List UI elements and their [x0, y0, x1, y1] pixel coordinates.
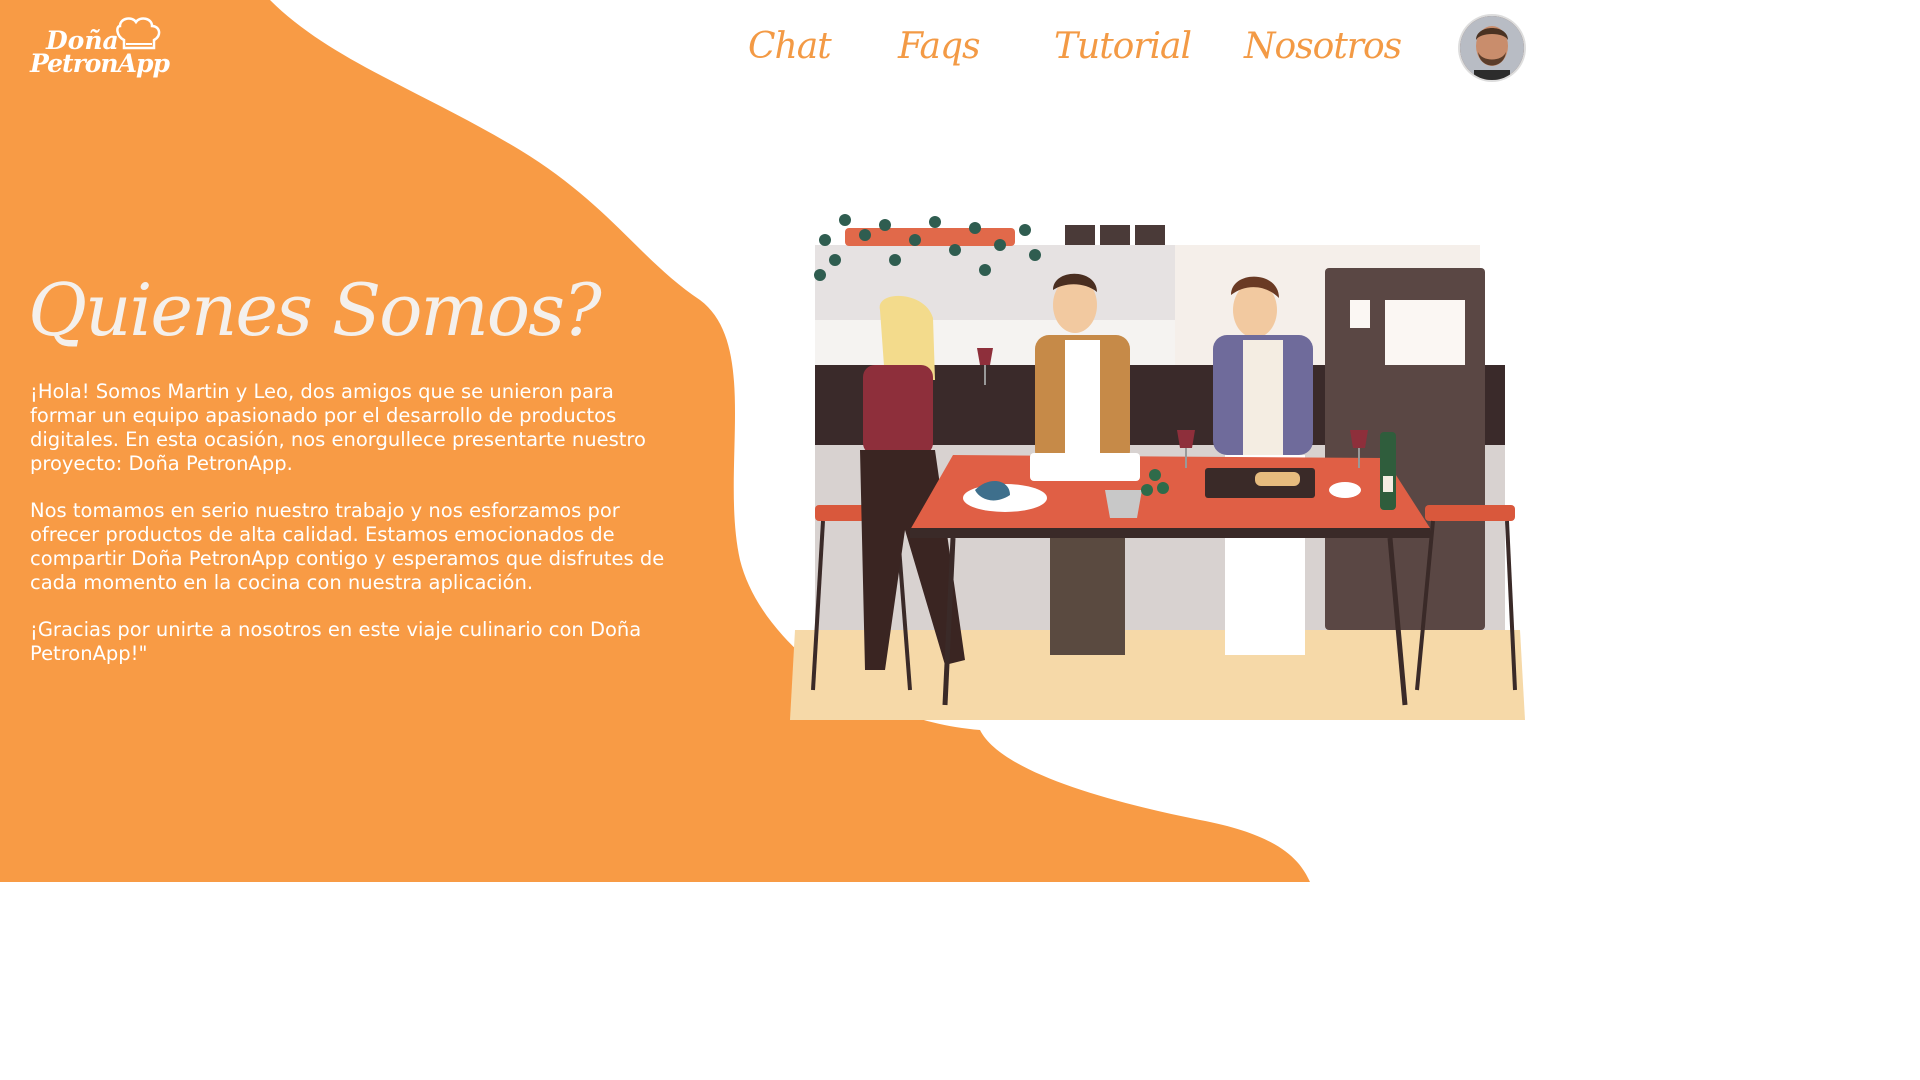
brand-logo[interactable]: Doña PetronApp	[28, 14, 170, 84]
nav-item-tutorial[interactable]: Tutorial	[1054, 26, 1192, 67]
brand-name-line2: PetronApp	[30, 49, 170, 78]
about-text: ¡Hola! Somos Martin y Leo, dos amigos qu…	[30, 380, 670, 689]
nav-item-chat[interactable]: Chat	[748, 26, 832, 67]
about-paragraph-3: ¡Gracias por unirte a nosotros en este v…	[30, 618, 642, 665]
user-avatar[interactable]	[1460, 16, 1524, 80]
kitchen-illustration	[790, 214, 1525, 720]
nav-item-nosotros[interactable]: Nosotros	[1244, 26, 1402, 67]
page-title: Quienes Somos?	[28, 268, 602, 352]
nav-item-faqs[interactable]: Faqs	[898, 26, 981, 67]
about-paragraph-1: ¡Hola! Somos Martin y Leo, dos amigos qu…	[30, 380, 646, 475]
main-nav: Chat Faqs Tutorial Nosotros	[740, 20, 1440, 80]
profile-photo-icon	[1460, 16, 1524, 80]
about-paragraph-2: Nos tomamos en serio nuestro trabajo y n…	[30, 499, 665, 594]
